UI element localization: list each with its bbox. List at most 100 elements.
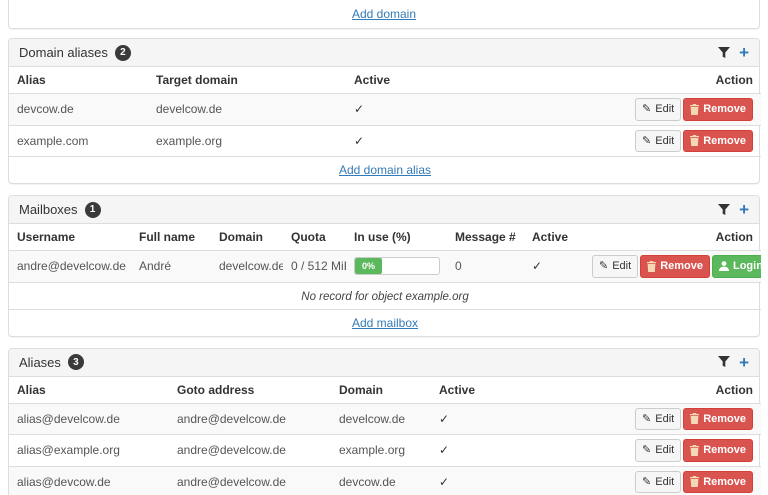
edit-button[interactable]: ✎Edit [635,98,681,121]
target-domain-cell: develcow.de [148,94,346,126]
login-button[interactable]: Login [712,255,761,278]
edit-button[interactable]: ✎Edit [635,408,681,431]
panel-title: Mailboxes [19,202,78,217]
remove-button[interactable]: Remove [683,471,753,494]
trash-icon [690,135,699,146]
remove-button[interactable]: Remove [683,130,753,153]
pencil-icon: ✎ [642,474,651,491]
pencil-icon: ✎ [642,411,651,428]
trash-icon [690,476,699,487]
table-row: andre@develcow.de André develcow.de 0 / … [9,251,761,283]
filter-button[interactable] [718,204,730,216]
edit-label: Edit [655,101,674,118]
plus-icon: + [739,353,749,372]
remove-button[interactable]: Remove [683,439,753,462]
remove-button[interactable]: Remove [640,255,710,278]
alias-cell: alias@develcow.de [9,403,169,435]
col-domain: Domain [331,377,431,404]
user-icon [719,261,729,271]
col-messages: Message # [447,224,524,251]
edit-label: Edit [612,258,631,275]
col-alias: Alias [9,67,148,94]
col-domain: Domain [211,224,283,251]
filter-icon [718,204,730,216]
col-goto-address: Goto address [169,377,331,404]
trash-icon [690,413,699,424]
remove-label: Remove [703,442,746,459]
no-record-row: No record for object example.org [9,282,761,309]
goto-address-cell: andre@develcow.de [169,466,331,495]
message-count-cell: 0 [447,251,524,283]
page: Add domain Domain aliases 2 + Alias Targ… [0,0,768,495]
filter-button[interactable] [718,47,730,59]
mailboxes-heading: Mailboxes 1 + [9,196,759,224]
no-record-text: No record for object example.org [301,291,468,303]
mailboxes-panel: Mailboxes 1 + Username Full name Domain … [8,195,760,337]
table-row: alias@example.org andre@develcow.de exam… [9,435,761,467]
domain-aliases-panel: Domain aliases 2 + Alias Target domain A… [8,38,760,184]
table-header-row: Alias Target domain Active Action [9,67,761,94]
col-target-domain: Target domain [148,67,346,94]
add-domain-link[interactable]: Add domain [352,7,416,21]
add-domain-alias-link[interactable]: Add domain alias [339,163,431,177]
quota-cell: 0 / 512 MiB [283,251,346,283]
col-action: Action [601,67,761,94]
heading-tools: + [718,44,749,61]
edit-button[interactable]: ✎Edit [635,471,681,494]
aliases-table: Alias Goto address Domain Active Action … [9,377,761,495]
pencil-icon: ✎ [642,101,651,118]
count-badge: 2 [115,45,131,61]
pencil-icon: ✎ [642,442,651,459]
edit-button[interactable]: ✎Edit [635,439,681,462]
active-check: ✓ [346,125,601,157]
domain-cell: develcow.de [331,403,431,435]
col-active: Active [431,377,581,404]
panel-title: Aliases [19,355,61,370]
aliases-panel: Aliases 3 + Alias Goto address Domain Ac… [8,348,760,495]
filter-icon [718,356,730,368]
edit-label: Edit [655,474,674,491]
alias-cell: example.com [9,125,148,157]
table-row: alias@devcow.de andre@develcow.de devcow… [9,466,761,495]
pencil-icon: ✎ [642,133,651,150]
remove-label: Remove [660,258,703,275]
alias-cell: devcow.de [9,94,148,126]
heading-tools: + [718,201,749,218]
active-check: ✓ [431,403,581,435]
plus-icon: + [739,200,749,219]
col-alias: Alias [9,377,169,404]
remove-button[interactable]: Remove [683,98,753,121]
domain-cell: example.org [331,435,431,467]
add-button[interactable]: + [739,354,749,371]
active-check: ✓ [431,435,581,467]
edit-button[interactable]: ✎Edit [635,130,681,153]
alias-cell: alias@example.org [9,435,169,467]
domain-cell: devcow.de [331,466,431,495]
col-action: Action [581,377,761,404]
add-row: Add domain alias [9,157,761,184]
remove-label: Remove [703,411,746,428]
goto-address-cell: andre@develcow.de [169,435,331,467]
quota-progress-bar: 0% [354,257,440,275]
add-button[interactable]: + [739,201,749,218]
active-check: ✓ [431,466,581,495]
edit-label: Edit [655,411,674,428]
remove-button[interactable]: Remove [683,408,753,431]
filter-button[interactable] [718,356,730,368]
active-check: ✓ [524,251,584,283]
table-row: example.com example.org ✓ ✎EditRemove [9,125,761,157]
edit-label: Edit [655,442,674,459]
col-active: Active [524,224,584,251]
table-row: devcow.de develcow.de ✓ ✎EditRemove [9,94,761,126]
filter-icon [718,47,730,59]
aliases-heading: Aliases 3 + [9,349,759,377]
add-mailbox-link[interactable]: Add mailbox [352,316,418,330]
active-check: ✓ [346,94,601,126]
domain-aliases-table: Alias Target domain Active Action devcow… [9,67,761,183]
alias-cell: alias@devcow.de [9,466,169,495]
trash-icon [690,445,699,456]
table-row: alias@develcow.de andre@develcow.de deve… [9,403,761,435]
edit-button[interactable]: ✎Edit [592,255,638,278]
panel-title: Domain aliases [19,45,108,60]
add-button[interactable]: + [739,44,749,61]
